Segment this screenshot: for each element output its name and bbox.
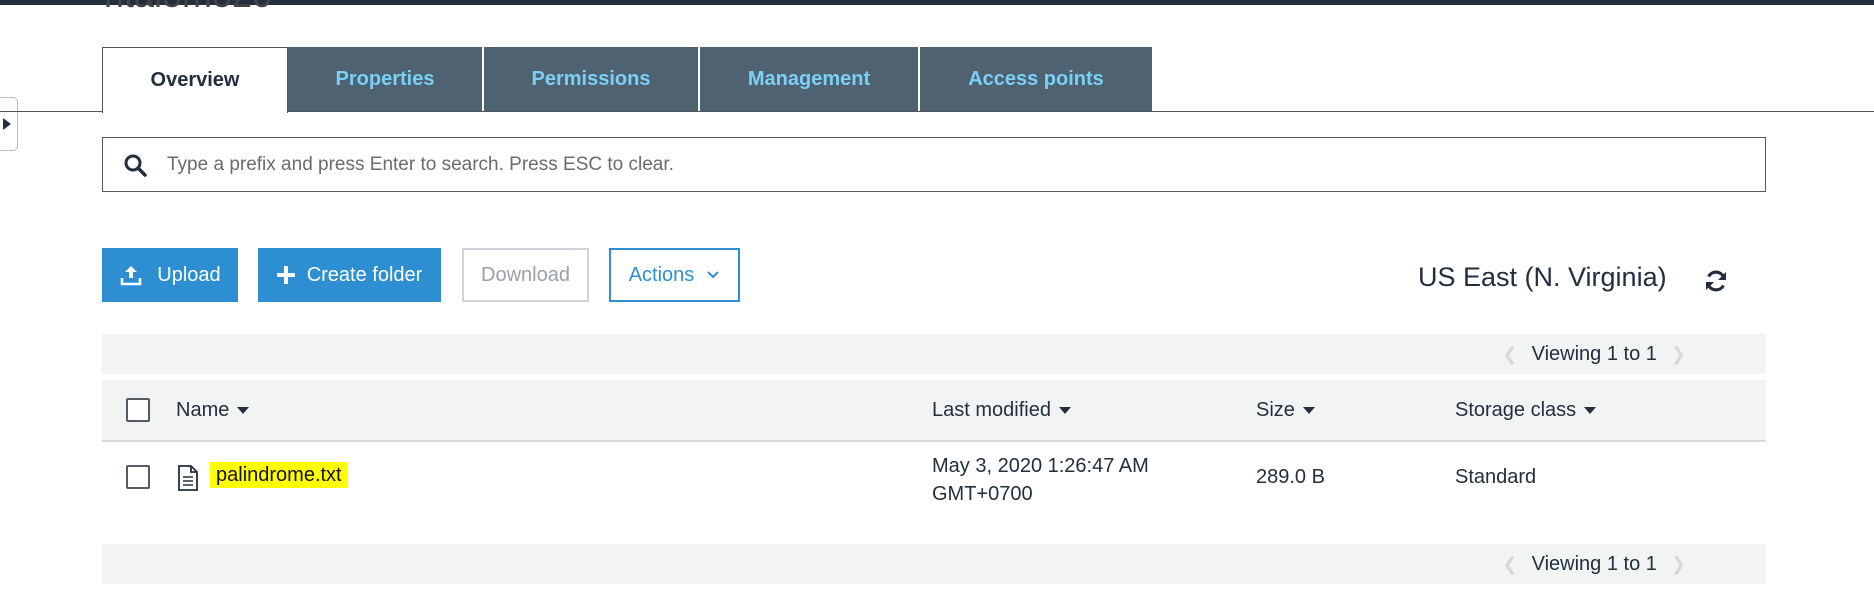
create-folder-label: Create folder [306,263,423,286]
next-page-icon[interactable]: ❯ [1671,344,1686,365]
column-storage-class[interactable]: Storage class [1455,380,1597,440]
plus-icon [276,266,295,284]
file-name: palindrome.txt [210,462,348,488]
bucket-title: ritaiomo20 [104,0,272,16]
refresh-icon [1706,270,1726,292]
column-size-label: Size [1256,398,1295,421]
search-bar [102,137,1766,192]
tab-bar: Overview Properties Permissions Manageme… [102,47,1152,113]
pager-text: Viewing 1 to 1 [1531,342,1657,365]
chevron-down-icon [707,271,720,279]
tab-properties[interactable]: Properties [288,47,484,111]
prev-page-icon[interactable]: ❮ [1503,554,1518,575]
file-icon [178,465,198,491]
region-label: US East (N. Virginia) [1418,262,1667,292]
prev-page-icon[interactable]: ❮ [1503,344,1518,365]
search-input[interactable] [167,153,1765,176]
column-name[interactable]: Name [176,380,250,440]
size-cell: 289.0 B [1256,466,1325,488]
column-last-modified-label: Last modified [932,398,1051,421]
last-modified-date: May 3, 2020 1:26:47 AM [932,455,1149,477]
table-header: Name Last modified Size Storage class [102,380,1766,442]
upload-label: Upload [157,263,221,286]
upload-icon [121,266,142,286]
sort-caret-icon [1302,406,1315,414]
column-name-label: Name [176,398,230,421]
next-page-icon[interactable]: ❯ [1671,554,1686,575]
column-storage-class-label: Storage class [1455,398,1577,421]
column-size[interactable]: Size [1256,380,1315,440]
column-last-modified[interactable]: Last modified [932,380,1071,440]
tab-access-points[interactable]: Access points [920,47,1152,111]
pager-text: Viewing 1 to 1 [1531,552,1657,575]
tab-management[interactable]: Management [700,47,920,111]
search-icon [103,153,167,177]
file-name-link[interactable]: palindrome.txt [210,462,348,488]
sidebar-toggle[interactable] [0,97,18,151]
pager-top: ❮ Viewing 1 to 1 ❯ [102,334,1766,374]
sort-caret-icon [1058,406,1071,414]
row-checkbox[interactable] [126,465,150,489]
tab-permissions[interactable]: Permissions [484,47,700,111]
sort-caret-icon [237,406,250,414]
select-all-checkbox[interactable] [126,398,150,422]
sort-caret-icon [1584,406,1597,414]
last-modified-cell: May 3, 2020 1:26:47 AM GMT+0700 [932,452,1149,508]
last-modified-tz: GMT+0700 [932,483,1033,505]
pager-bottom: ❮ Viewing 1 to 1 ❯ [102,544,1766,584]
storage-class-cell: Standard [1455,466,1537,488]
table-row: palindrome.txt May 3, 2020 1:26:47 AM GM… [102,442,1766,512]
caret-right-icon [3,118,11,130]
actions-dropdown[interactable]: Actions [609,248,740,302]
refresh-button[interactable] [1703,268,1729,299]
upload-button[interactable]: Upload [102,248,238,302]
download-label: Download [481,263,570,286]
actions-label: Actions [628,263,695,286]
create-folder-button[interactable]: Create folder [258,248,441,302]
top-bar [0,0,1874,5]
download-button[interactable]: Download [462,248,589,302]
tab-overview[interactable]: Overview [102,47,288,113]
